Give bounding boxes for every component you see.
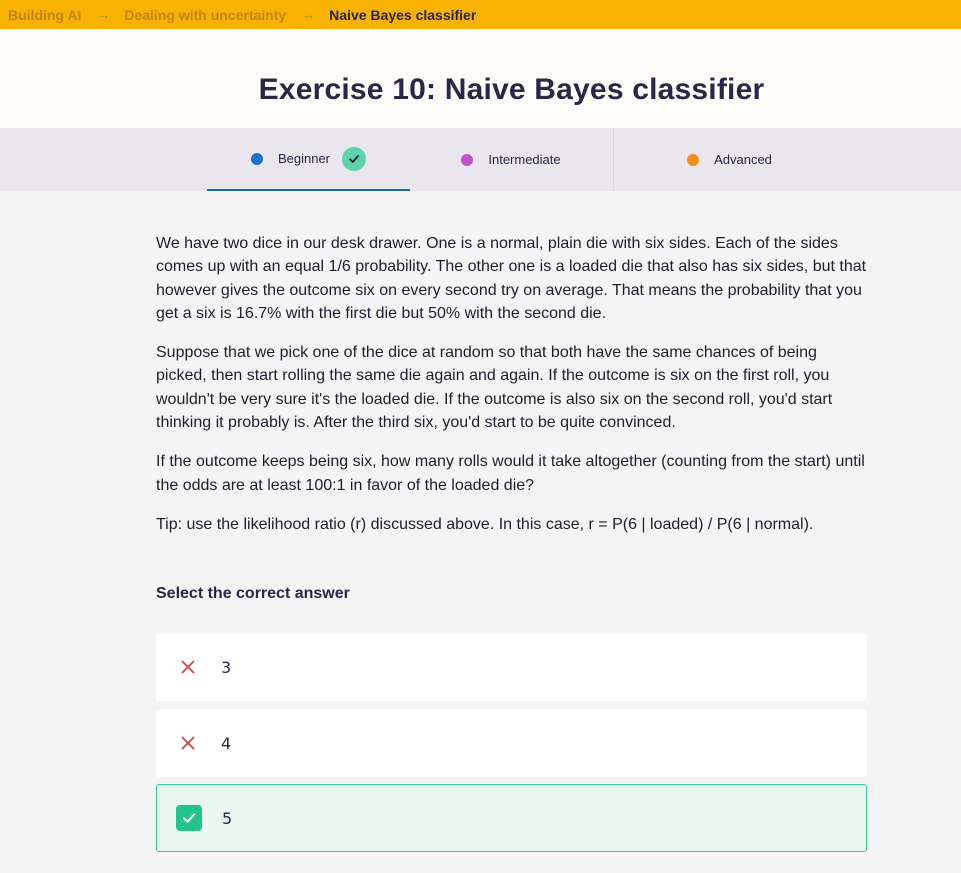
arrow-right-icon: →	[97, 7, 111, 22]
exercise-tip: Tip: use the likelihood ratio (r) discus…	[156, 515, 814, 533]
exercise-question: If the outcome keeps being six, how many…	[156, 453, 865, 494]
answer-option-4[interactable]: 4	[156, 709, 867, 777]
correct-check-icon	[176, 805, 202, 831]
completed-check-icon	[342, 146, 367, 171]
answer-option-label: 3	[221, 657, 232, 677]
breadcrumb: Building AI → Dealing with uncertainty →…	[0, 0, 961, 29]
answer-option-label: 4	[221, 733, 232, 753]
intermediate-dot-icon	[461, 153, 474, 166]
tab-intermediate-label: Intermediate	[488, 152, 561, 167]
beginner-dot-icon	[250, 152, 263, 165]
tab-beginner[interactable]: Beginner	[207, 128, 410, 191]
page-title: Exercise 10: Naive Bayes classifier	[258, 73, 765, 106]
advanced-dot-icon	[687, 153, 700, 166]
exercise-paragraph: We have two dice in our desk drawer. One…	[156, 235, 867, 322]
arrow-right-icon: →	[302, 7, 316, 22]
breadcrumb-link-dealing-with-uncertainty[interactable]: Dealing with uncertainty	[124, 7, 286, 23]
answer-option-label: 5	[222, 808, 233, 828]
tab-advanced[interactable]: Advanced	[613, 128, 845, 191]
level-tabs: Beginner Intermediate Advanced	[0, 128, 961, 191]
incorrect-x-icon	[175, 654, 201, 680]
exercise-description: We have two dice in our desk drawer. One…	[156, 232, 871, 552]
page-header: Exercise 10: Naive Bayes classifier	[0, 29, 961, 128]
breadcrumb-link-building-ai[interactable]: Building AI	[8, 7, 81, 23]
tab-beginner-label: Beginner	[277, 151, 331, 166]
tab-advanced-label: Advanced	[714, 152, 772, 167]
answer-option-3[interactable]: 3	[156, 633, 867, 701]
breadcrumb-current: Naive Bayes classifier	[329, 6, 477, 23]
exercise-paragraph: Suppose that we pick one of the dice at …	[156, 344, 833, 432]
incorrect-x-icon	[175, 730, 201, 756]
answer-option-5[interactable]: 5	[156, 784, 867, 852]
tab-intermediate[interactable]: Intermediate	[410, 128, 612, 191]
correct-checkbox-wrapper	[176, 805, 202, 831]
answer-heading: Select the correct answer	[156, 585, 350, 602]
